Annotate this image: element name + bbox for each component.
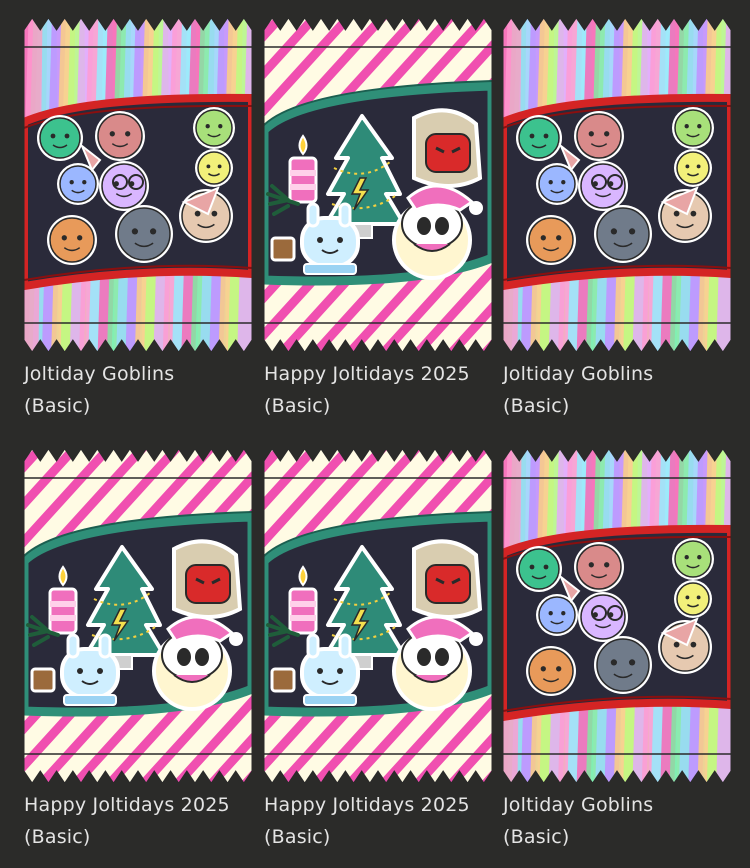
pack-tier: (Basic) (264, 826, 331, 848)
pack-artwork (264, 18, 492, 352)
pack-title: Happy Joltidays 2025 (Basic) (24, 789, 264, 853)
pack-name: Happy Joltidays 2025 (264, 794, 470, 816)
pack-grid: Joltiday Goblins (Basic) Happy Joltidays… (0, 0, 750, 868)
pack-tier: (Basic) (24, 395, 91, 417)
pack-tier: (Basic) (24, 826, 91, 848)
pack-title: Happy Joltidays 2025 (Basic) (264, 789, 504, 853)
pack-title: Joltiday Goblins (Basic) (503, 358, 743, 422)
pack-name: Joltiday Goblins (503, 794, 654, 816)
pack-tier: (Basic) (264, 395, 331, 417)
pack-image-joltiday-goblins (503, 449, 731, 783)
pack-artwork (264, 449, 492, 783)
pack-name: Joltiday Goblins (24, 363, 175, 385)
pack-tier: (Basic) (503, 826, 570, 848)
pack-tier: (Basic) (503, 395, 570, 417)
pack-image-joltiday-goblins (24, 18, 252, 352)
pack-title: Joltiday Goblins (Basic) (24, 358, 264, 422)
pack-image-happy-joltidays-2025 (264, 18, 492, 352)
pack-name: Happy Joltidays 2025 (264, 363, 470, 385)
pack-artwork (24, 18, 252, 352)
pack-artwork (24, 449, 252, 783)
pack-name: Joltiday Goblins (503, 363, 654, 385)
pack-image-joltiday-goblins (503, 18, 731, 352)
pack-image-happy-joltidays-2025 (264, 449, 492, 783)
pack-image-happy-joltidays-2025 (24, 449, 252, 783)
pack-artwork (503, 449, 731, 783)
pack-title: Happy Joltidays 2025 (Basic) (264, 358, 504, 422)
pack-artwork (503, 18, 731, 352)
pack-name: Happy Joltidays 2025 (24, 794, 230, 816)
pack-title: Joltiday Goblins (Basic) (503, 789, 743, 853)
